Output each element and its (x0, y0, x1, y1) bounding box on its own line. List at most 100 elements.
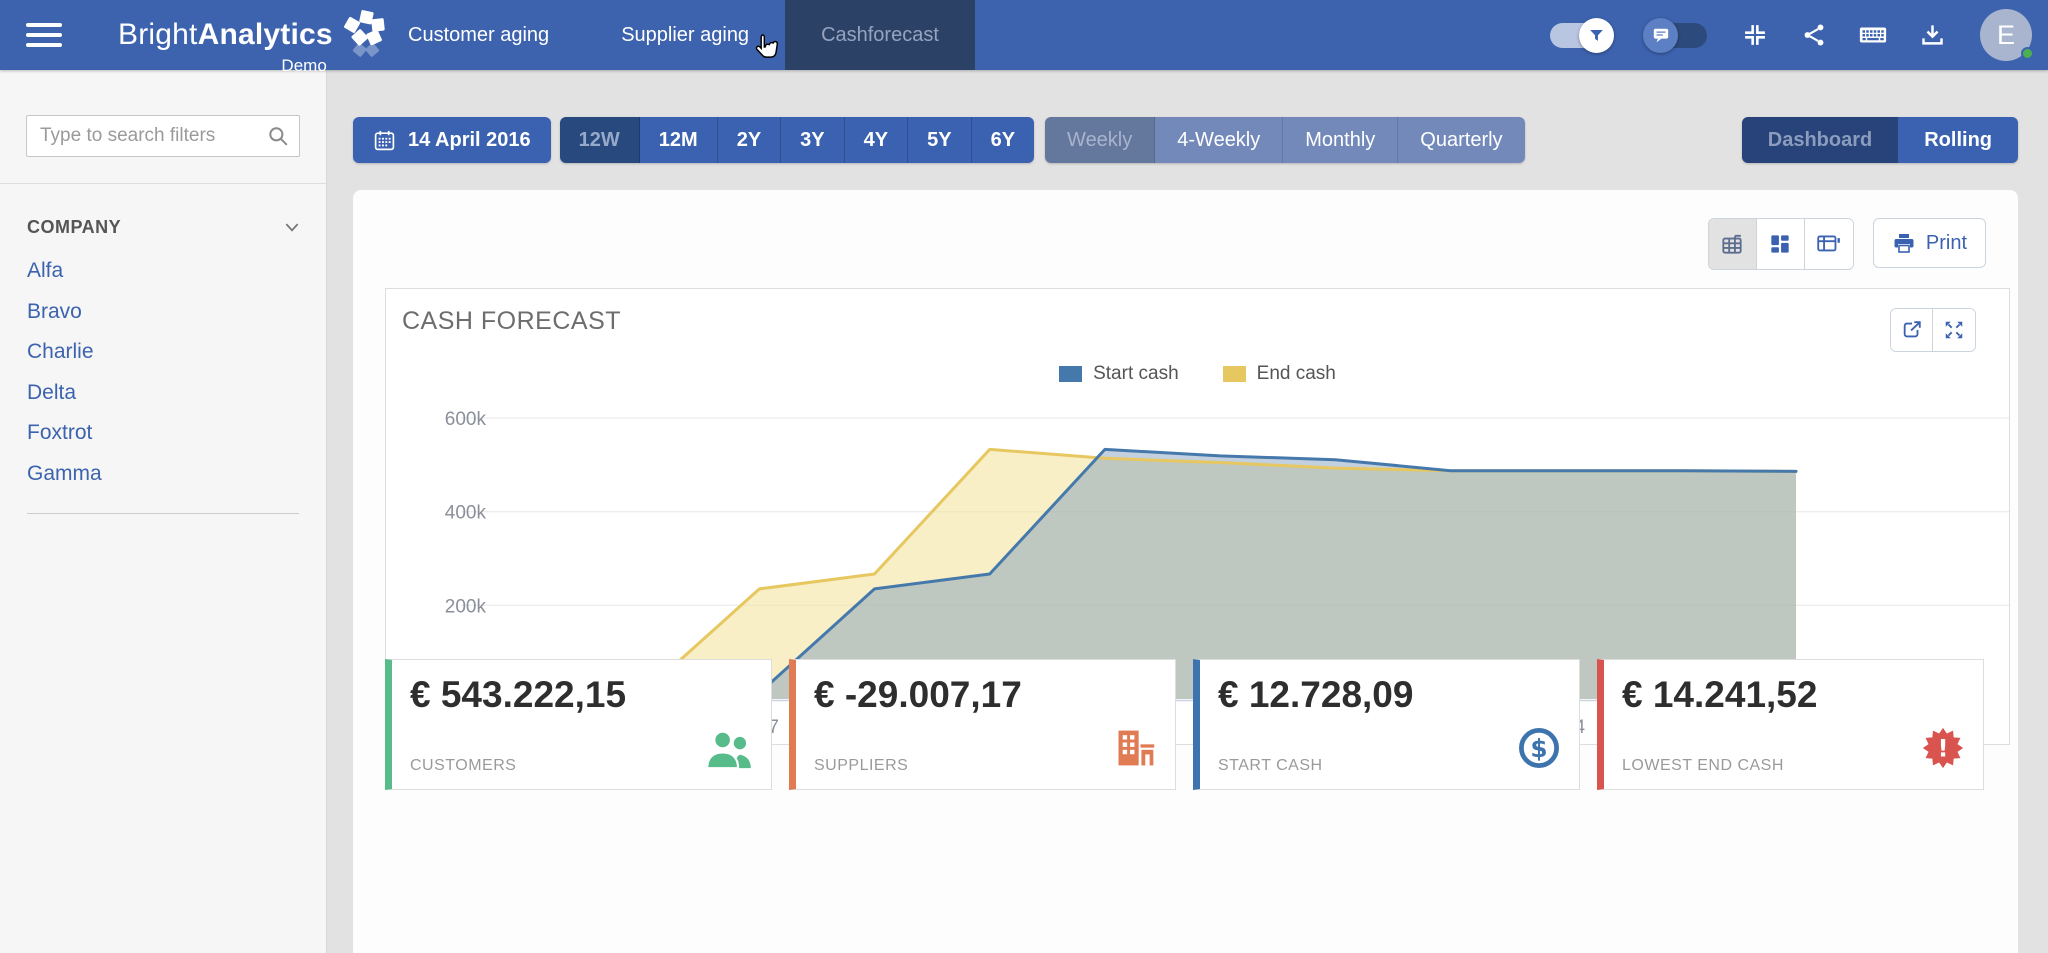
company-link-charlie[interactable]: Charlie (27, 340, 94, 363)
dashboard-view-icon (1767, 231, 1793, 257)
customers-icon (705, 730, 753, 775)
menu-button[interactable] (26, 20, 66, 50)
suppliers-label: SUPPLIERS (814, 757, 908, 775)
list-item: Bravo (27, 293, 299, 334)
pivot-view-button[interactable] (1805, 219, 1853, 269)
lowest-end-cash-value: € 14.241,52 (1622, 674, 1965, 716)
keyboard-shortcuts-button[interactable] (1856, 18, 1890, 52)
period-6y-button[interactable]: 6Y (972, 117, 1034, 163)
company-link-bravo[interactable]: Bravo (27, 300, 82, 323)
top-navbar: BrightAnalytics Demo (0, 0, 2048, 70)
download-icon (1919, 22, 1946, 49)
tab-supplier-aging[interactable]: Supplier aging (585, 0, 785, 70)
company-link-foxtrot[interactable]: Foxtrot (27, 421, 92, 444)
start-cash-swatch (1059, 366, 1082, 382)
granularity-button-group: Weekly 4-Weekly Monthly Quarterly (1045, 117, 1525, 163)
filter-toggle[interactable] (1550, 23, 1608, 48)
collapse-icon (1741, 21, 1769, 49)
share-icon (1801, 22, 1827, 48)
customers-label: CUSTOMERS (410, 757, 516, 775)
list-item: Charlie (27, 333, 299, 374)
company-link-alfa[interactable]: Alfa (27, 259, 63, 282)
printer-icon (1892, 231, 1916, 255)
lowest-end-cash-summary-card: € 14.241,52 LOWEST END CASH ! (1597, 659, 1984, 790)
pivot-table-icon (1815, 231, 1843, 257)
suppliers-summary-card: € -29.007,17 SUPPLIERS (789, 659, 1176, 790)
export-chart-button[interactable] (1891, 309, 1933, 351)
suppliers-value: € -29.007,17 (814, 674, 1157, 716)
svg-text:200k: 200k (445, 596, 487, 617)
viewmode-rolling-button[interactable]: Rolling (1898, 117, 2018, 163)
list-item: Gamma (27, 455, 299, 496)
export-icon (1901, 319, 1923, 341)
legend-item-start-cash[interactable]: Start cash (1059, 363, 1179, 385)
period-3y-button[interactable]: 3Y (781, 117, 844, 163)
period-2y-button[interactable]: 2Y (718, 117, 781, 163)
sidebar-divider (27, 513, 299, 514)
svg-text:$: $ (1530, 734, 1547, 763)
granularity-quarterly-button[interactable]: Quarterly (1398, 117, 1524, 163)
granularity-weekly-button[interactable]: Weekly (1045, 117, 1155, 163)
chevron-down-icon (285, 223, 299, 232)
dashboard-view-button[interactable] (1757, 219, 1805, 269)
chart-legend: Start cash End cash (386, 363, 2009, 385)
end-cash-swatch (1223, 366, 1246, 382)
start-cash-label: START CASH (1218, 757, 1323, 775)
company-link-gamma[interactable]: Gamma (27, 462, 102, 485)
search-input[interactable] (26, 115, 300, 157)
company-link-delta[interactable]: Delta (27, 381, 76, 404)
brand-logo[interactable]: BrightAnalytics Demo (118, 0, 389, 70)
avatar-initial: E (1997, 20, 2015, 51)
period-12w-button[interactable]: 12W (560, 117, 640, 163)
print-button[interactable]: Print (1873, 218, 1986, 268)
list-item: Alfa (27, 252, 299, 293)
dollar-circle-icon: $ (1517, 726, 1561, 775)
svg-text:600k: 600k (445, 409, 487, 430)
date-label: 14 April 2016 (408, 129, 531, 152)
start-cash-summary-card: € 12.728,09 START CASH $ (1193, 659, 1580, 790)
chart-actions (1890, 308, 1976, 352)
download-button[interactable] (1915, 18, 1949, 52)
tab-cashforecast[interactable]: Cashforecast (785, 0, 975, 70)
lowest-end-cash-label: LOWEST END CASH (1622, 757, 1784, 775)
svg-text:!: ! (1938, 734, 1949, 762)
sidebar-divider (0, 183, 326, 184)
list-item: Foxtrot (27, 414, 299, 455)
list-item: Delta (27, 374, 299, 415)
period-12m-button[interactable]: 12M (640, 117, 718, 163)
granularity-monthly-button[interactable]: Monthly (1283, 117, 1398, 163)
chat-icon (1643, 18, 1678, 53)
layout-toggle-group (1708, 218, 1854, 270)
brand-subtitle: Demo (281, 56, 326, 76)
share-button[interactable] (1797, 18, 1831, 52)
customers-summary-card: € 543.222,15 CUSTOMERS (385, 659, 772, 790)
dashboard-panel: Print CASH FORECAST (353, 190, 2018, 953)
filter-sidebar: COMPANY Alfa Bravo Charlie Delta Foxtrot… (0, 70, 327, 953)
table-view-button[interactable] (1709, 219, 1757, 269)
summary-cards-row: € 543.222,15 CUSTOMERS € -29.007,17 SUPP… (385, 659, 1984, 790)
company-section-header[interactable]: COMPANY (27, 217, 299, 238)
date-picker-button[interactable]: 14 April 2016 (353, 117, 551, 163)
customers-value: € 543.222,15 (410, 674, 753, 716)
company-list: Alfa Bravo Charlie Delta Foxtrot Gamma (27, 252, 299, 495)
toolbar: 14 April 2016 12W 12M 2Y 3Y 4Y 5Y 6Y Wee… (353, 117, 2018, 163)
table-view-icon (1719, 231, 1745, 257)
chat-toggle[interactable] (1649, 23, 1707, 48)
building-icon (1113, 726, 1157, 775)
app-root: BrightAnalytics Demo (0, 0, 2048, 953)
company-section-title: COMPANY (27, 217, 121, 238)
granularity-4weekly-button[interactable]: 4-Weekly (1155, 117, 1283, 163)
fullscreen-chart-button[interactable] (1933, 309, 1975, 351)
main-content: 14 April 2016 12W 12M 2Y 3Y 4Y 5Y 6Y Wee… (327, 70, 2048, 953)
period-5y-button[interactable]: 5Y (908, 117, 971, 163)
viewmode-dashboard-button[interactable]: Dashboard (1742, 117, 1898, 163)
keyboard-icon (1858, 20, 1888, 50)
svg-text:400k: 400k (445, 503, 487, 524)
user-avatar[interactable]: E (1980, 9, 2032, 61)
tab-customer-aging[interactable]: Customer aging (372, 0, 585, 70)
legend-item-end-cash[interactable]: End cash (1223, 363, 1336, 385)
panel-toolbar: Print (1708, 218, 1986, 270)
filter-search (26, 115, 300, 157)
period-4y-button[interactable]: 4Y (845, 117, 908, 163)
collapse-view-button[interactable] (1738, 18, 1772, 52)
